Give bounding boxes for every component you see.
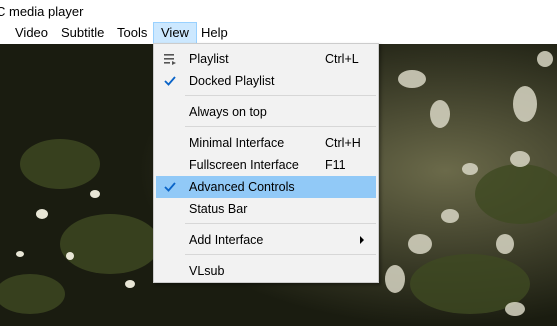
menu-item-label: Advanced Controls [189, 180, 295, 194]
menu-item-status-bar[interactable]: Status Bar [156, 198, 376, 220]
menu-item-label: Always on top [189, 105, 267, 119]
checkmark-icon [164, 76, 176, 86]
menu-item-label: Add Interface [189, 233, 264, 247]
menu-item-label: Fullscreen Interface [189, 158, 299, 172]
playlist-icon [164, 54, 176, 65]
window-title: C media player [0, 4, 84, 19]
vlc-window: C media player Video Subtitle Tools View… [0, 0, 557, 326]
checkmark-icon [164, 182, 176, 192]
menu-help[interactable]: Help [194, 22, 235, 44]
menu-separator [185, 126, 376, 127]
menu-item-label: Playlist [189, 52, 229, 66]
view-menu-dropdown: Playlist Ctrl+L Docked Playlist Always o… [153, 43, 379, 283]
menu-item-add-interface[interactable]: Add Interface [156, 229, 376, 251]
menu-separator [185, 95, 376, 96]
menu-item-advanced-controls[interactable]: Advanced Controls [156, 176, 376, 198]
menu-bar: Video Subtitle Tools View Help [0, 22, 557, 44]
menu-item-label: Minimal Interface [189, 136, 285, 150]
menu-tools[interactable]: Tools [110, 22, 154, 44]
menu-item-label: VLsub [189, 264, 225, 278]
menu-item-shortcut: Ctrl+L [325, 52, 359, 66]
menu-separator [185, 254, 376, 255]
menu-item-label: Status Bar [189, 202, 248, 216]
menu-video[interactable]: Video [8, 22, 55, 44]
menu-item-shortcut: Ctrl+H [325, 136, 361, 150]
menu-item-always-on-top[interactable]: Always on top [156, 101, 376, 123]
menu-subtitle[interactable]: Subtitle [54, 22, 111, 44]
menu-separator [185, 223, 376, 224]
menu-item-label: Docked Playlist [189, 74, 275, 88]
menu-item-playlist[interactable]: Playlist Ctrl+L [156, 48, 376, 70]
menu-item-vlsub[interactable]: VLsub [156, 260, 376, 282]
menu-item-minimal-interface[interactable]: Minimal Interface Ctrl+H [156, 132, 376, 154]
menu-view[interactable]: View [153, 22, 197, 44]
submenu-arrow-icon [360, 236, 364, 244]
menu-item-fullscreen-interface[interactable]: Fullscreen Interface F11 [156, 154, 376, 176]
menu-item-docked-playlist[interactable]: Docked Playlist [156, 70, 376, 92]
title-bar: C media player [0, 0, 557, 22]
menu-item-shortcut: F11 [325, 158, 346, 172]
